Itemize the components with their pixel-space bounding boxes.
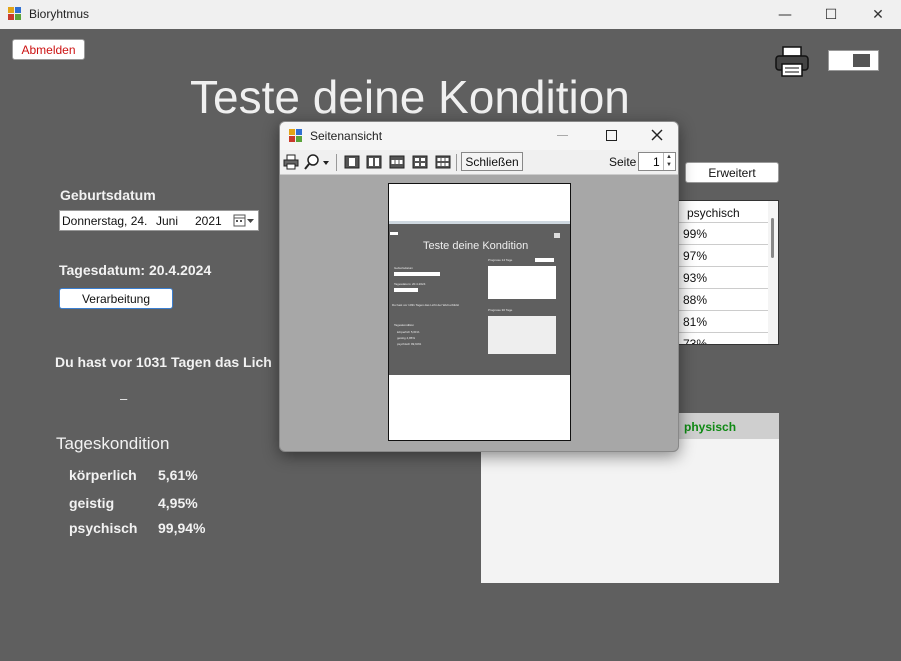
grid-cell[interactable]: 97% bbox=[669, 245, 769, 267]
zoom-icon[interactable] bbox=[304, 154, 320, 170]
birthdate-weekday: Donnerstag, 24. bbox=[62, 214, 148, 228]
maximize-button[interactable]: ☐ bbox=[808, 0, 854, 29]
preview-forecast-30-label: Prognose 30 Tage bbox=[488, 308, 513, 312]
condition-label-mental: geistig bbox=[69, 495, 115, 511]
grid-scroll-thumb[interactable] bbox=[771, 218, 774, 258]
spin-up-icon[interactable]: ▲ bbox=[666, 154, 672, 160]
two-pages-icon[interactable] bbox=[366, 154, 382, 170]
grid-scrollbar[interactable] bbox=[768, 201, 778, 344]
four-pages-icon[interactable] bbox=[412, 154, 428, 170]
grid-cell[interactable]: 88% bbox=[669, 289, 769, 311]
grid-cell[interactable]: 93% bbox=[669, 267, 769, 289]
preview-process-button bbox=[394, 288, 418, 292]
preview-toolbar: Schließen Seite 1 ▲ ▼ bbox=[280, 150, 678, 175]
birthdate-label: Geburtsdatum bbox=[60, 187, 156, 203]
dialog-minimize-button bbox=[557, 135, 568, 136]
dialog-app-icon bbox=[289, 129, 302, 142]
minimize-button[interactable]: — bbox=[762, 0, 808, 29]
preview-chart bbox=[488, 316, 556, 354]
six-pages-icon[interactable] bbox=[435, 154, 451, 170]
page-title: Teste deine Kondition bbox=[190, 71, 630, 123]
preview-forecast-14-label: Prognose 14 Tage bbox=[488, 258, 513, 262]
dash-text: – bbox=[120, 391, 128, 406]
page-label: Seite bbox=[609, 155, 637, 169]
condition-heading: Tageskondition bbox=[56, 434, 170, 453]
preview-todays-date: Tagesdatum: 20.4.2024 bbox=[394, 282, 426, 286]
condition-label-physical: körperlich bbox=[69, 467, 137, 483]
page-number-value: 1 bbox=[653, 155, 660, 169]
preview-condition-row: psychisch 99,94% bbox=[397, 342, 422, 346]
print-icon[interactable] bbox=[283, 154, 299, 170]
birthdate-month: Juni bbox=[156, 214, 179, 228]
printer-icon[interactable] bbox=[775, 46, 809, 78]
page-spinner[interactable]: ▲ ▼ bbox=[663, 153, 675, 170]
birthdate-year: 2021 bbox=[195, 214, 222, 228]
print-preview-dialog: Seitenansicht Schließen Seite 1 ▲ ▼ Test… bbox=[279, 121, 679, 452]
dialog-maximize-button[interactable] bbox=[606, 130, 617, 141]
toggle-knob bbox=[853, 54, 870, 67]
one-page-icon[interactable] bbox=[344, 154, 360, 170]
toggle-switch[interactable] bbox=[828, 50, 879, 71]
grid-cell[interactable]: 99% bbox=[669, 223, 769, 245]
todays-date-label: Tagesdatum: 20.4.2024 bbox=[59, 262, 212, 278]
grid-cell[interactable]: 73% bbox=[669, 333, 769, 344]
preview-close-button[interactable]: Schließen bbox=[461, 152, 523, 171]
window-title: Bioryhtmus bbox=[29, 7, 90, 21]
process-button[interactable]: Verarbeitung bbox=[59, 288, 173, 309]
preview-condition-row: geistig 4,95% bbox=[397, 336, 416, 340]
preview-advanced-button bbox=[535, 258, 554, 262]
calendar-dropdown-icon[interactable] bbox=[233, 214, 255, 228]
page-number-input[interactable]: 1 ▲ ▼ bbox=[638, 152, 676, 171]
app-icon bbox=[8, 7, 21, 20]
preview-birthdate-label: Geburtsdatum bbox=[394, 266, 414, 270]
dialog-title: Seitenansicht bbox=[310, 129, 383, 143]
toolbar-separator bbox=[336, 154, 337, 171]
preview-birthdate-picker bbox=[394, 272, 440, 276]
condition-value-mental: 4,95% bbox=[158, 495, 198, 511]
dialog-close-icon[interactable] bbox=[651, 129, 663, 141]
preview-page: Teste deine Kondition Prognose 14 Tage G… bbox=[388, 183, 571, 441]
preview-grid bbox=[488, 266, 556, 299]
condition-value-psychic: 99,94% bbox=[158, 520, 206, 536]
close-button[interactable]: ✕ bbox=[855, 0, 901, 29]
grid-header-psychic: psychisch bbox=[669, 201, 769, 223]
spin-down-icon[interactable]: ▼ bbox=[666, 162, 672, 168]
dialog-titlebar: Seitenansicht bbox=[280, 122, 678, 150]
advanced-button[interactable]: Erweitert bbox=[685, 162, 779, 183]
condition-value-physical: 5,61% bbox=[158, 467, 198, 483]
preview-screenshot: Teste deine Kondition Prognose 14 Tage G… bbox=[389, 221, 570, 375]
logout-button[interactable]: Abmelden bbox=[12, 39, 85, 60]
toolbar-separator bbox=[456, 154, 457, 171]
zoom-dropdown-icon[interactable] bbox=[321, 154, 331, 170]
preview-condition-heading: Tageskondition bbox=[394, 323, 415, 327]
preview-logout-button bbox=[390, 232, 398, 235]
condition-label-psychic: psychisch bbox=[69, 520, 138, 536]
preview-days-message: Du hast vor 1031 Tagen das Licht der Wel… bbox=[392, 303, 459, 307]
preview-heading: Teste deine Kondition bbox=[423, 240, 529, 252]
window-titlebar: Bioryhtmus — ☐ ✕ bbox=[0, 0, 901, 29]
forecast-grid[interactable]: psychisch 99% 97% 93% 88% 81% 73% bbox=[668, 200, 779, 345]
three-pages-icon[interactable] bbox=[389, 154, 405, 170]
preview-condition-row: körperlich 5,61% bbox=[397, 330, 420, 334]
days-message: Du hast vor 1031 Tagen das Lich bbox=[55, 354, 272, 370]
chart-legend-physical: physisch bbox=[684, 420, 737, 434]
preview-printer-icon bbox=[554, 233, 560, 238]
birthdate-picker[interactable]: Donnerstag, 24. Juni 2021 bbox=[59, 210, 259, 231]
grid-cell[interactable]: 81% bbox=[669, 311, 769, 333]
